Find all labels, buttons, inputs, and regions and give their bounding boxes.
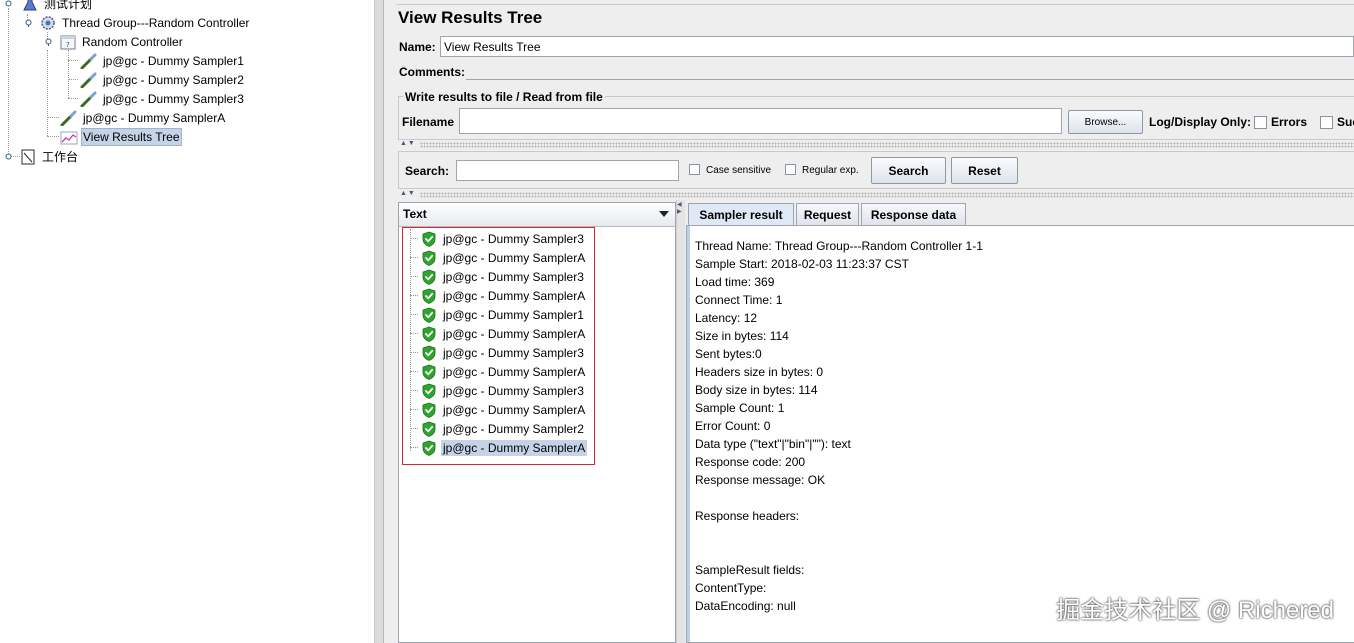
results-list-header-label: Text xyxy=(403,207,427,221)
gear-icon xyxy=(39,15,57,31)
errors-checkbox[interactable] xyxy=(1254,116,1267,129)
filename-field[interactable] xyxy=(459,108,1062,134)
panel-splitter[interactable] xyxy=(374,0,384,643)
sampler-result-detail: Thread Name: Thread Group---Random Contr… xyxy=(686,225,1354,643)
pipette-icon xyxy=(80,91,98,107)
collapse-arrows-icon[interactable]: ▲▼ xyxy=(400,190,416,197)
reset-button[interactable]: Reset xyxy=(951,157,1018,184)
filename-label: Filename xyxy=(402,115,455,129)
detail-line: Response code: 200 xyxy=(695,455,806,469)
case-sensitive-checkbox[interactable] xyxy=(689,164,700,175)
collapse-arrows-icon[interactable]: ◀ ▶ xyxy=(677,202,682,216)
tree-expand-handle-icon[interactable] xyxy=(44,37,53,46)
detail-line: Body size in bytes: 114 xyxy=(695,383,818,397)
split-divider[interactable] xyxy=(420,192,1354,198)
page-title: View Results Tree xyxy=(398,8,543,27)
tab-request[interactable]: Request xyxy=(796,203,859,225)
tree-node-label: jp@gc - Dummy Sampler1 xyxy=(103,53,244,68)
search-button[interactable]: Search xyxy=(871,157,946,184)
detail-line: Data type ("text"|"bin"|""): text xyxy=(695,437,851,451)
successes-label: Suc xyxy=(1337,115,1354,129)
tree-expand-handle-icon[interactable] xyxy=(24,18,33,27)
results-splitter[interactable]: ◀ ▶ xyxy=(676,200,685,643)
workbench-icon xyxy=(19,149,37,165)
detail-line: Latency: 12 xyxy=(695,311,758,325)
search-label: Search: xyxy=(405,164,450,178)
tree-node-sampler[interactable]: jp@gc - Dummy SamplerA xyxy=(60,108,227,127)
detail-line: Error Count: 0 xyxy=(695,419,771,433)
tree-node-label: 测试计划 xyxy=(44,0,93,11)
results-list-header[interactable]: Text xyxy=(399,203,675,227)
detail-line: Thread Name: Thread Group---Random Contr… xyxy=(695,239,983,253)
detail-text: Thread Name: Thread Group---Random Contr… xyxy=(687,239,1347,639)
chart-icon xyxy=(60,129,78,145)
chevron-down-icon[interactable] xyxy=(655,205,673,223)
test-plan-tree: 测试计划 Thread Group---Random Controller ? … xyxy=(0,0,374,643)
view-results-tree-panel: View Results Tree Name: View Results Tre… xyxy=(384,0,1354,643)
regular-exp-checkbox[interactable] xyxy=(785,164,796,175)
tree-node-sampler[interactable]: jp@gc - Dummy Sampler1 xyxy=(80,51,246,70)
tree-expand-handle-icon[interactable] xyxy=(4,152,13,161)
detail-line: DataEncoding: null xyxy=(695,599,796,613)
watermark: 掘金技术社区 @ Richered xyxy=(1056,597,1334,624)
tree-node-label: Thread Group---Random Controller xyxy=(62,15,250,30)
tree-node-label: jp@gc - Dummy Sampler3 xyxy=(103,91,244,106)
tree-node-label: Random Controller xyxy=(82,34,183,49)
results-list-pane: Text jp@gc - Dummy Sampler3 jp@gc - Dummy… xyxy=(398,202,676,643)
tree-node-test-plan[interactable]: 测试计划 xyxy=(4,0,94,13)
detail-line: Connect Time: 1 xyxy=(695,293,783,307)
detail-line: Sample Count: 1 xyxy=(695,401,785,415)
test-plan-icon xyxy=(21,0,39,12)
detail-line: Headers size in bytes: 0 xyxy=(695,365,824,379)
tree-expand-handle-icon[interactable] xyxy=(4,0,13,8)
controller-icon: ? xyxy=(59,34,77,50)
write-results-group-title: Write results to file / Read from file xyxy=(403,90,605,104)
detail-line: ContentType: xyxy=(695,581,767,595)
tree-node-random-controller[interactable]: ? Random Controller xyxy=(44,32,185,51)
successes-checkbox[interactable] xyxy=(1320,116,1333,129)
split-divider[interactable] xyxy=(420,142,1354,148)
tree-node-label: jp@gc - Dummy Sampler2 xyxy=(103,72,244,87)
tab-sampler-result[interactable]: Sampler result xyxy=(688,203,794,226)
search-input[interactable] xyxy=(456,160,679,181)
pipette-icon xyxy=(60,110,78,126)
tab-response-data[interactable]: Response data xyxy=(861,203,966,225)
svg-text:?: ? xyxy=(66,41,70,49)
pipette-icon xyxy=(80,53,98,69)
errors-label: Errors xyxy=(1271,115,1308,129)
collapse-arrows-icon[interactable]: ▲▼ xyxy=(400,140,416,147)
tree-node-workbench[interactable]: 工作台 xyxy=(4,147,80,166)
log-display-only-label: Log/Display Only: xyxy=(1149,115,1252,129)
detail-line: Response message: OK xyxy=(695,473,826,487)
tree-node-sampler[interactable]: jp@gc - Dummy Sampler2 xyxy=(80,70,246,89)
tree-node-view-results-tree[interactable]: View Results Tree xyxy=(60,127,182,146)
annotation-highlight-box xyxy=(402,227,595,465)
detail-line: Size in bytes: 114 xyxy=(695,329,789,343)
case-sensitive-label: Case sensitive xyxy=(706,165,772,176)
comments-label: Comments: xyxy=(399,65,466,79)
tree-node-label: jp@gc - Dummy SamplerA xyxy=(83,110,226,125)
name-label: Name: xyxy=(399,40,436,54)
detail-line: Load time: 369 xyxy=(695,275,775,289)
detail-line: SampleResult fields: xyxy=(695,563,805,577)
pipette-icon xyxy=(80,72,98,88)
detail-line: Response headers: xyxy=(695,509,800,523)
detail-line: Sample Start: 2018-02-03 11:23:37 CST xyxy=(695,257,909,271)
comments-field[interactable] xyxy=(466,79,1354,80)
regular-exp-label: Regular exp. xyxy=(802,165,859,176)
tree-node-label: 工作台 xyxy=(42,149,79,164)
tree-node-sampler[interactable]: jp@gc - Dummy Sampler3 xyxy=(80,89,246,108)
name-field[interactable]: View Results Tree xyxy=(440,36,1354,57)
tree-node-label: View Results Tree xyxy=(81,127,182,146)
browse-button[interactable]: Browse... xyxy=(1068,110,1143,134)
tree-node-thread-group[interactable]: Thread Group---Random Controller xyxy=(24,13,251,32)
detail-line: Sent bytes:0 xyxy=(695,347,762,361)
